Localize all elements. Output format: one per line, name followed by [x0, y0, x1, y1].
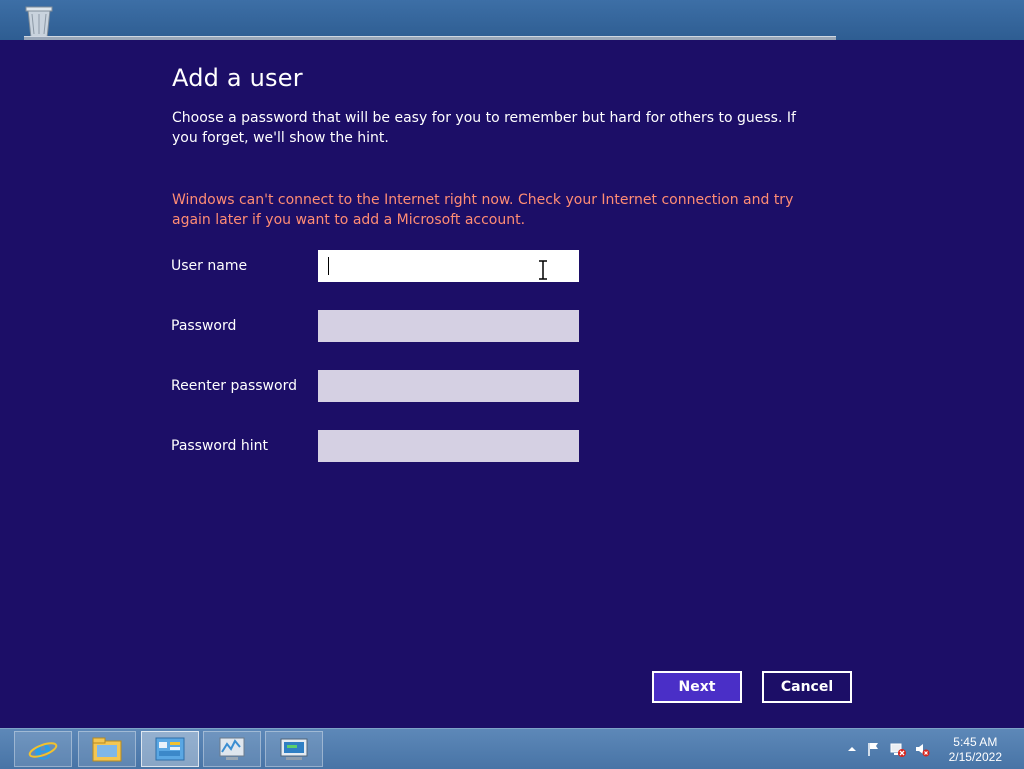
taskbar-file-explorer[interactable] [78, 731, 136, 767]
cancel-button[interactable]: Cancel [762, 671, 852, 703]
taskbar-internet-explorer[interactable]: e [14, 731, 72, 767]
svg-text:e: e [34, 734, 52, 764]
computer-management-icon [280, 738, 308, 760]
password-hint-input[interactable] [318, 430, 579, 462]
volume-muted-icon[interactable] [914, 741, 930, 757]
taskbar: e 5:45 AM 2/15/2022 [0, 728, 1024, 769]
clock-time: 5:45 AM [953, 735, 998, 749]
desktop-background [0, 0, 1024, 41]
password-input[interactable] [318, 310, 579, 342]
taskbar-clock[interactable]: 5:45 AM 2/15/2022 [949, 735, 1002, 765]
file-explorer-icon [92, 737, 122, 762]
taskbar-computer-management[interactable] [265, 731, 323, 767]
taskbar-control-panel[interactable] [141, 731, 199, 767]
text-caret [328, 257, 329, 275]
add-user-dialog: Add a user Choose a password that will b… [0, 40, 1024, 728]
offline-warning-text: Windows can't connect to the Internet ri… [172, 192, 794, 228]
reenter-password-label: Reenter password [171, 378, 297, 394]
next-button[interactable]: Next [652, 671, 742, 703]
action-center-flag-icon[interactable] [866, 741, 882, 757]
ibeam-cursor-icon [539, 260, 547, 280]
instructions-text: Choose a password that will be easy for … [172, 110, 796, 146]
reenter-password-input[interactable] [318, 370, 579, 402]
show-hidden-icons[interactable] [844, 741, 860, 757]
page-title: Add a user [172, 64, 303, 92]
user-name-label: User name [171, 258, 248, 274]
internet-explorer-icon: e [28, 734, 58, 764]
network-error-icon[interactable] [890, 741, 906, 757]
password-hint-label: Password hint [171, 438, 268, 454]
control-panel-icon [155, 737, 185, 761]
password-label: Password [171, 318, 237, 334]
performance-monitor-icon [219, 737, 245, 760]
taskbar-performance-monitor[interactable] [203, 731, 261, 767]
clock-date: 2/15/2022 [948, 750, 1002, 764]
recycle-bin-icon[interactable] [22, 4, 56, 40]
